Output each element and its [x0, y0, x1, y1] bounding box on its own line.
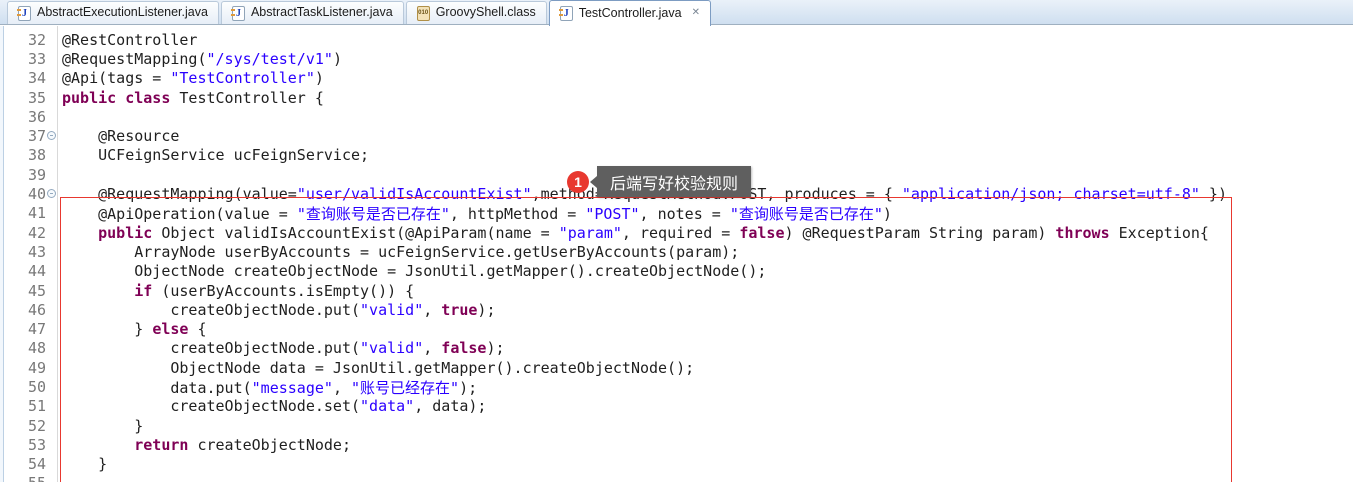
java-file-icon: J	[232, 6, 245, 21]
code-text: @Api(tags = "TestController")	[62, 69, 324, 87]
tab-abstracttasklistener-java[interactable]: J AbstractTaskListener.java	[221, 1, 404, 24]
code-text: createObjectNode.put("valid", false);	[62, 339, 505, 357]
line-number: 38	[0, 146, 46, 164]
code-text: public class TestController {	[62, 89, 324, 107]
tab-label: TestController.java	[579, 6, 682, 20]
tab-testcontroller-java[interactable]: J TestController.java ✕	[549, 0, 711, 26]
code-line[interactable]: 47 } else {	[0, 319, 1353, 338]
line-number: 40	[0, 185, 46, 203]
code-line[interactable]: 34 @Api(tags = "TestController")	[0, 69, 1353, 88]
code-line[interactable]: 38 UCFeignService ucFeignService;	[0, 146, 1353, 165]
code-line[interactable]: 52 }	[0, 416, 1353, 435]
code-line[interactable]: 32 @RestController	[0, 30, 1353, 49]
code-line[interactable]: 50 data.put("message", "账号已经存在");	[0, 377, 1353, 396]
line-number: 36	[0, 108, 46, 126]
code-text: @ApiOperation(value = "查询账号是否已存在", httpM…	[62, 203, 892, 224]
code-line[interactable]: 35 public class TestController {	[0, 88, 1353, 107]
code-text: public Object validIsAccountExist(@ApiPa…	[62, 224, 1209, 242]
code-line[interactable]: 33 @RequestMapping("/sys/test/v1")	[0, 49, 1353, 68]
line-number: 52	[0, 417, 46, 435]
line-number: 46	[0, 301, 46, 319]
annotation-tooltip: 后端写好校验规则	[597, 166, 751, 197]
code-line[interactable]: 54 }	[0, 455, 1353, 474]
annotation-badge: 1	[567, 171, 589, 193]
code-line[interactable]: 41 @ApiOperation(value = "查询账号是否已存在", ht…	[0, 204, 1353, 223]
line-number: 33	[0, 50, 46, 68]
code-text: @RestController	[62, 31, 197, 49]
tab-label: AbstractTaskListener.java	[251, 5, 393, 19]
code-text: ObjectNode createObjectNode = JsonUtil.g…	[62, 262, 766, 280]
code-line[interactable]: 42 public Object validIsAccountExist(@Ap…	[0, 223, 1353, 242]
line-number: 48	[0, 339, 46, 357]
line-number: 39	[0, 166, 46, 184]
fold-marker-icon[interactable]	[47, 189, 56, 198]
code-line[interactable]: 48 createObjectNode.put("valid", false);	[0, 339, 1353, 358]
gutter-separator	[57, 26, 58, 482]
code-text: }	[62, 455, 107, 473]
line-number: 35	[0, 89, 46, 107]
line-number: 49	[0, 359, 46, 377]
line-number: 37	[0, 127, 46, 145]
code-text: createObjectNode.set("data", data);	[62, 397, 486, 415]
tab-label: AbstractExecutionListener.java	[37, 5, 208, 19]
tab-abstractexecutionlistener-java[interactable]: J AbstractExecutionListener.java	[7, 1, 219, 24]
line-number: 45	[0, 282, 46, 300]
code-text: @RequestMapping("/sys/test/v1")	[62, 50, 342, 68]
code-text: return createObjectNode;	[62, 436, 351, 454]
code-text: }	[62, 417, 143, 435]
line-number: 51	[0, 397, 46, 415]
code-line[interactable]: 45 if (userByAccounts.isEmpty()) {	[0, 281, 1353, 300]
code-line[interactable]: 46 createObjectNode.put("valid", true);	[0, 300, 1353, 319]
line-number: 54	[0, 455, 46, 473]
tab-label: GroovyShell.class	[436, 5, 536, 19]
code-editor[interactable]: 32 @RestController 33 @RequestMapping("/sys…	[0, 26, 1353, 482]
code-line[interactable]: 43 ArrayNode userByAccounts = ucFeignSer…	[0, 242, 1353, 261]
code-text: ArrayNode userByAccounts = ucFeignServic…	[62, 243, 739, 261]
code-line[interactable]: 53 return createObjectNode;	[0, 435, 1353, 454]
code-text: ObjectNode data = JsonUtil.getMapper().c…	[62, 359, 694, 377]
line-number: 55	[0, 474, 46, 482]
code-text: } else {	[62, 320, 207, 338]
line-number: 53	[0, 436, 46, 454]
code-area[interactable]: 32 @RestController 33 @RequestMapping("/sys…	[0, 30, 1353, 482]
code-line[interactable]: 36	[0, 107, 1353, 126]
line-number: 47	[0, 320, 46, 338]
close-icon[interactable]: ✕	[692, 7, 700, 18]
class-file-icon: 010	[417, 6, 430, 21]
code-text: data.put("message", "账号已经存在");	[62, 377, 477, 398]
line-number: 43	[0, 243, 46, 261]
code-line[interactable]: 51 createObjectNode.set("data", data);	[0, 397, 1353, 416]
code-line[interactable]: 44 ObjectNode createObjectNode = JsonUti…	[0, 262, 1353, 281]
line-number: 44	[0, 262, 46, 280]
code-line[interactable]: 49 ObjectNode data = JsonUtil.getMapper(…	[0, 358, 1353, 377]
line-number: 41	[0, 204, 46, 222]
code-text: createObjectNode.put("valid", true);	[62, 301, 495, 319]
line-number: 32	[0, 31, 46, 49]
code-text: @Resource	[62, 127, 179, 145]
code-line[interactable]: 55	[0, 474, 1353, 482]
code-line[interactable]: 37 @Resource	[0, 126, 1353, 145]
java-file-icon: J	[18, 6, 31, 21]
tab-groovyshell-class[interactable]: 010 GroovyShell.class	[406, 1, 547, 24]
tab-bar: J AbstractExecutionListener.java J Abstract…	[0, 0, 1353, 25]
line-number: 50	[0, 378, 46, 396]
code-text: UCFeignService ucFeignService;	[62, 146, 369, 164]
line-number: 34	[0, 69, 46, 87]
code-text: if (userByAccounts.isEmpty()) {	[62, 282, 414, 300]
line-number: 42	[0, 224, 46, 242]
java-file-icon: J	[560, 6, 573, 21]
fold-marker-icon[interactable]	[47, 131, 56, 140]
